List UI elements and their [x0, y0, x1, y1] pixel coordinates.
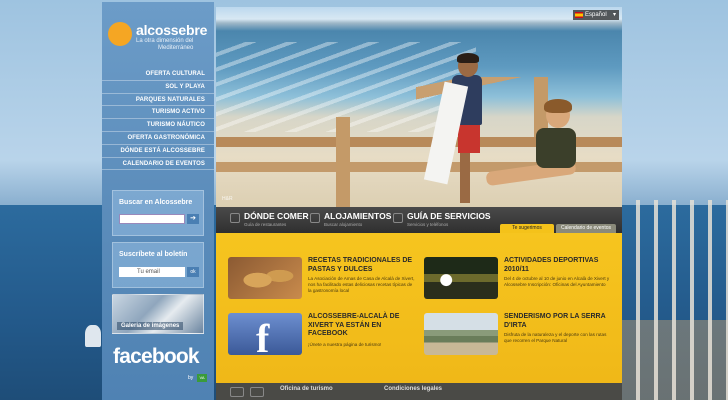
- card-title[interactable]: ACTIVIDADES DEPORTIVAS 2010/11: [504, 257, 614, 274]
- hero-person-hair: [457, 53, 479, 63]
- tab-subtitle: Guía de restaurantes: [244, 222, 287, 227]
- hero-person-shorts: [458, 123, 480, 153]
- hero-person-leg: [460, 153, 470, 203]
- footer-link-condiciones[interactable]: Condiciones legales: [384, 386, 442, 392]
- gallery-label: Galeria de imágenes: [117, 322, 184, 330]
- search-title: Buscar en Alcossebre: [119, 199, 193, 206]
- tab-title: DÓNDE COMER: [244, 211, 309, 221]
- card-text: ¡Únete a nuestra página de turismo!: [308, 342, 382, 347]
- search-input[interactable]: [119, 214, 185, 224]
- logo-name: alcossebre: [136, 22, 208, 38]
- tab-title: GUÍA DE SERVICIOS: [407, 211, 491, 221]
- background-rock: [85, 325, 101, 347]
- info-icon[interactable]: [250, 387, 264, 397]
- search-box: Buscar en Alcossebre ➔: [112, 190, 204, 236]
- card-title[interactable]: RECETAS TRADICIONALES DE PASTAS Y DULCES: [308, 257, 418, 274]
- image-gallery-link[interactable]: Galeria de imágenes: [112, 294, 204, 334]
- menu-item-turismo-nautico[interactable]: TURISMO NÁUTICO: [102, 119, 214, 132]
- hero-caption: H&R: [222, 196, 233, 202]
- logo-tagline-2: Mediterráneo: [158, 45, 194, 51]
- news-card[interactable]: ACTIVIDADES DEPORTIVAS 2010/11 Del 4 de …: [424, 257, 614, 309]
- menu-item-donde-esta[interactable]: DÓNDE ESTÁ ALCOSSEBRE: [102, 145, 214, 158]
- site-logo[interactable]: alcossebre La otra dimensión del Mediter…: [108, 20, 212, 60]
- cookies-thumbnail: [228, 257, 302, 299]
- menu-item-parques-naturales[interactable]: PARQUES NATURALES: [102, 94, 214, 107]
- tab-subtitle: Servicios y teléfonos: [407, 222, 449, 227]
- hiking-thumbnail: [424, 313, 498, 355]
- hero-person-top: [536, 128, 576, 168]
- tourism-office-icon[interactable]: [230, 387, 244, 397]
- logo-tagline: La otra dimensión del: [136, 38, 194, 44]
- tab-te-sugerimos[interactable]: Te sugerimos: [500, 224, 554, 233]
- hero-person-hair: [544, 99, 572, 113]
- card-text: Disfruta de la naturaleza y el deporte c…: [504, 332, 607, 343]
- hotel-icon: [310, 213, 320, 223]
- sidebar-menu: OFERTA CULTURAL SOL Y PLAYA PARQUES NATU…: [102, 68, 214, 171]
- credit-logo-icon[interactable]: VA: [197, 374, 207, 382]
- tab-guia-servicios[interactable]: GUÍA DE SERVICIOS Servicios y teléfonos: [393, 211, 493, 231]
- newsletter-email-field[interactable]: Tu email: [119, 267, 185, 277]
- hero-image: Español ▾ H&R: [216, 7, 622, 207]
- facebook-f-icon: f: [256, 316, 270, 355]
- newsletter-box: Suscríbete al boletín Tu email ok: [112, 242, 204, 288]
- newsletter-title: Suscríbete al boletín: [119, 251, 188, 258]
- menu-item-oferta-gastronomica[interactable]: OFERTA GASTRONÓMICA: [102, 132, 214, 145]
- menu-item-sol-y-playa[interactable]: SOL Y PLAYA: [102, 81, 214, 94]
- card-title[interactable]: SENDERISMO POR LA SERRA D'IRTA: [504, 313, 614, 330]
- footer-link-oficina[interactable]: Oficina de turismo: [280, 386, 333, 392]
- facebook-thumbnail: f: [228, 313, 302, 355]
- restaurant-icon: [230, 213, 240, 223]
- services-icon: [393, 213, 403, 223]
- news-card[interactable]: SENDERISMO POR LA SERRA D'IRTA Disfruta …: [424, 313, 614, 365]
- language-selector[interactable]: Español ▾: [573, 10, 619, 20]
- card-title[interactable]: ALCOSSEBRE-ALCALÀ DE XIVERT YA ESTÁN EN …: [308, 313, 418, 339]
- spain-flag-icon: [575, 12, 583, 18]
- credit-by: by: [188, 375, 194, 381]
- card-text: La Asociación de Amas de Casa de Alcalà …: [308, 276, 415, 293]
- tab-subtitle: Buscar alojamiento: [324, 222, 363, 227]
- newsletter-submit-button[interactable]: ok: [187, 267, 199, 277]
- hero-person-woman: [485, 99, 606, 207]
- tab-calendario-eventos[interactable]: Calendario de eventos: [556, 224, 616, 233]
- menu-item-turismo-activo[interactable]: TURISMO ACTIVO: [102, 106, 214, 120]
- tab-donde-comer[interactable]: DÓNDE COMER Guía de restaurantes: [230, 211, 318, 231]
- sidebar: alcossebre La otra dimensión del Mediter…: [102, 2, 214, 400]
- hero-post: [336, 117, 350, 207]
- news-card[interactable]: f ALCOSSEBRE-ALCALÀ DE XIVERT YA ESTÁN E…: [228, 313, 418, 365]
- search-button[interactable]: ➔: [187, 214, 199, 224]
- menu-item-calendario[interactable]: CALENDARIO DE EVENTOS: [102, 158, 214, 171]
- chevron-down-icon: ▾: [612, 12, 616, 18]
- tab-alojamientos[interactable]: ALOJAMIENTOS Buscar alojamiento: [310, 211, 396, 231]
- suggestions-content: RECETAS TRADICIONALES DE PASTAS Y DULCES…: [216, 233, 622, 383]
- background-railing: [622, 200, 728, 400]
- language-label: Español: [585, 12, 607, 18]
- facebook-link[interactable]: facebook: [113, 345, 200, 369]
- card-text: Del 4 de octubre al 10 de junio en Alcal…: [504, 276, 610, 287]
- main-panel: Español ▾ H&R DÓNDE COMER Guía de restau…: [216, 7, 622, 400]
- footer-bar: Oficina de turismo Condiciones legales: [216, 383, 622, 400]
- badminton-thumbnail: [424, 257, 498, 299]
- menu-item-oferta-cultural[interactable]: OFERTA CULTURAL: [102, 68, 214, 81]
- logo-sun-icon: [108, 22, 132, 46]
- news-card[interactable]: RECETAS TRADICIONALES DE PASTAS Y DULCES…: [228, 257, 418, 309]
- tab-title: ALOJAMIENTOS: [324, 211, 392, 221]
